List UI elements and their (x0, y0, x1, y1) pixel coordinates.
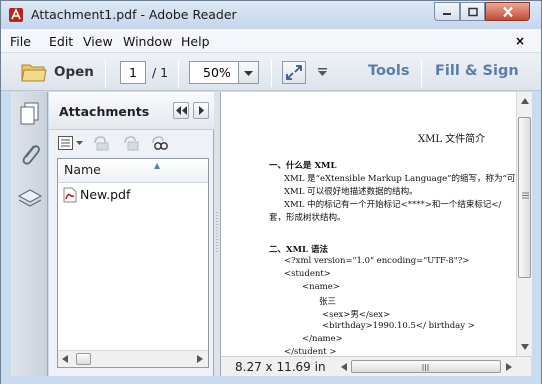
double-chevron-left-icon (176, 106, 187, 115)
toolbar-separator (421, 59, 422, 87)
doc-code-line: </student > (284, 347, 337, 356)
attachment-row[interactable]: New.pdf (58, 185, 208, 205)
doc-section1-heading: 一、什么是 XML (269, 161, 337, 171)
save-attachment-icon[interactable] (122, 134, 140, 151)
maximize-icon (467, 7, 478, 16)
window-bottom-frame (1, 376, 541, 384)
doc-title: XML 文件简介 (418, 134, 486, 145)
attachments-panel-header: Attachments (49, 92, 214, 130)
menu-window[interactable]: Window (123, 34, 172, 49)
doc-section2-heading: 二、XML 语法 (269, 245, 328, 255)
minimize-icon (443, 12, 451, 15)
toolbar-separator (178, 59, 179, 87)
open-attachment-icon[interactable] (92, 134, 110, 151)
splitter-grip-icon (216, 212, 218, 252)
options-menu-icon[interactable] (58, 136, 84, 150)
window-title: Attachment1.pdf - Adobe Reader (31, 7, 237, 22)
menu-help[interactable]: Help (181, 34, 210, 49)
attachments-button[interactable] (15, 138, 45, 168)
app-window: Attachment1.pdf - Adobe Reader File Edit… (0, 0, 542, 384)
chevron-right-icon (199, 106, 204, 115)
fill-sign-pane-button[interactable]: Fill & Sign (435, 63, 519, 79)
attachments-list: Name ▲ New.pdf (57, 158, 209, 368)
page-total-label: / 1 (152, 65, 169, 80)
menu-edit[interactable]: Edit (49, 34, 73, 49)
doc-code-line: </name> (302, 334, 343, 344)
tools-pane-button[interactable]: Tools (368, 63, 410, 79)
chevron-down-icon (244, 71, 253, 76)
status-bar: 8.27 x 11.69 in (221, 356, 531, 376)
adobe-reader-app-icon (9, 8, 23, 22)
doc-paragraph-line: XML 是“eXtensible Markup Language”的缩写，称为“… (284, 174, 516, 184)
expand-panel-button[interactable] (193, 102, 209, 119)
menu-bar: File Edit View Window Help × (1, 29, 541, 53)
title-bar[interactable]: Attachment1.pdf - Adobe Reader (1, 1, 541, 29)
page-size-label: 8.27 x 11.69 in (235, 360, 326, 374)
page-number-input[interactable]: 1 (120, 61, 146, 84)
maximize-button[interactable] (460, 2, 485, 21)
name-column-label: Name (64, 162, 101, 177)
document-vertical-scrollbar[interactable] (516, 92, 532, 356)
doc-paragraph-line: XML 中的标记有一个开始标记<****>和一个结束标记</ (284, 200, 502, 210)
document-horizontal-scrollbar[interactable] (339, 359, 515, 375)
doc-paragraph-line: 套，形成树状结构。 (269, 213, 346, 223)
open-button[interactable]: Open (54, 64, 94, 80)
menu-file[interactable]: File (10, 34, 31, 49)
scroll-thumb[interactable] (76, 353, 91, 365)
page-thumbnails-button[interactable] (15, 98, 45, 128)
pdf-file-icon (63, 187, 77, 203)
scroll-up-icon[interactable] (521, 98, 529, 104)
expand-arrows-icon (286, 65, 302, 80)
scroll-grip-icon (522, 192, 529, 199)
sort-ascending-icon: ▲ (154, 161, 161, 170)
zoom-input[interactable]: 50% (189, 61, 239, 84)
doc-code-line: <birthday>1990.10.5</ birthday > (322, 321, 475, 331)
name-column-header[interactable]: Name ▲ (58, 159, 208, 183)
scroll-right-icon[interactable] (197, 355, 203, 363)
attachments-panel: Attachments Name ▲ New.pdf (49, 92, 214, 376)
document-view[interactable]: XML 文件简介 一、什么是 XML XML 是“eXtensible Mark… (221, 92, 531, 356)
doc-code-line: <sex>男</sex> (322, 310, 391, 320)
open-folder-icon[interactable] (21, 61, 47, 83)
panel-splitter[interactable] (214, 92, 221, 376)
attachment-file-name: New.pdf (80, 187, 131, 202)
scroll-thumb[interactable] (518, 117, 531, 278)
scroll-left-icon[interactable] (62, 355, 68, 363)
paperclip-icon (22, 145, 40, 165)
layers-button[interactable] (15, 182, 45, 212)
layers-icon (17, 189, 43, 207)
collapse-panel-button[interactable] (173, 102, 189, 119)
toolbar-separator (105, 59, 106, 87)
pages-icon (20, 102, 39, 125)
toolbar-separator (271, 59, 272, 87)
close-icon (502, 6, 513, 17)
attachments-horizontal-scrollbar[interactable] (58, 350, 208, 367)
toolbar: Open 1 / 1 50% Tools Fill & Sign (1, 53, 541, 91)
search-attachment-icon[interactable] (150, 134, 170, 151)
toolbar-options-icon[interactable] (318, 68, 327, 76)
navigation-pane (11, 92, 48, 376)
attachments-panel-title: Attachments (59, 104, 150, 119)
minimize-button[interactable] (434, 2, 460, 21)
scroll-right-icon[interactable] (506, 363, 512, 371)
scroll-grip-icon (422, 364, 429, 371)
doc-code-line: <?xml version="1.0" encoding="UTF-8"?> (284, 256, 470, 266)
scroll-thumb[interactable] (351, 360, 501, 373)
doc-code-line: <name> (302, 282, 340, 292)
close-document-button[interactable]: × (515, 34, 525, 48)
attachments-toolbar (49, 130, 214, 156)
scroll-left-icon[interactable] (341, 363, 347, 371)
zoom-dropdown-button[interactable] (239, 61, 259, 84)
menu-view[interactable]: View (83, 34, 113, 49)
doc-code-line: <student> (284, 269, 331, 279)
scroll-down-icon[interactable] (521, 344, 529, 350)
doc-code-line: 张三 (319, 297, 337, 307)
close-window-button[interactable] (485, 2, 530, 21)
doc-paragraph-line: XML 可以很好地描述数据的结构。 (284, 187, 418, 197)
full-screen-button[interactable] (282, 61, 306, 84)
